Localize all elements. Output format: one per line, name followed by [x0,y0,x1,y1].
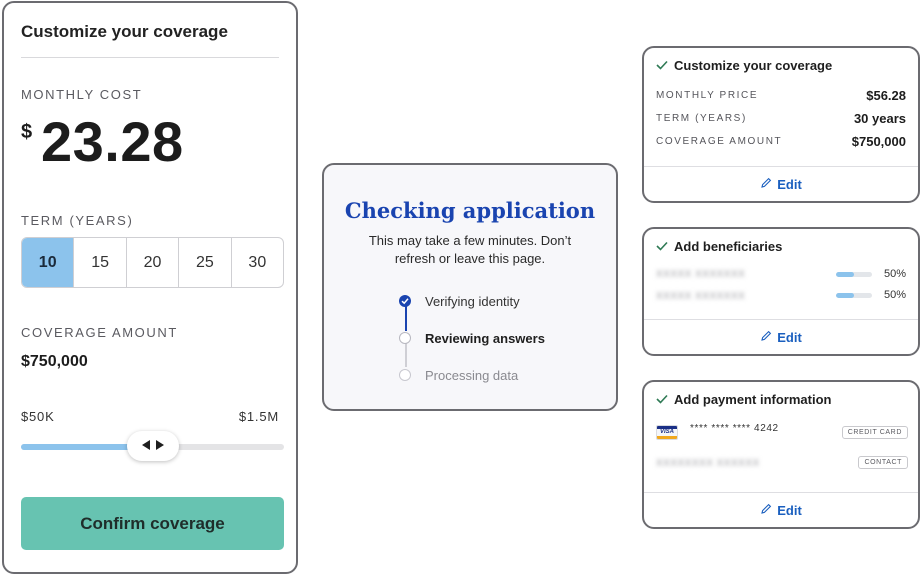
coverage-summary-card: Customize your coverage MONTHLY PRICE $5… [642,46,920,203]
share-bar [836,272,872,277]
term-option-10[interactable]: 10 [22,238,75,287]
pencil-icon [760,503,777,518]
status-subtitle: This may take a few minutes. Don’t refre… [368,233,572,266]
term-option-30[interactable]: 30 [232,238,283,287]
row-value: $750,000 [851,133,906,149]
check-icon [656,394,668,404]
visa-card-icon: VISA [656,425,678,440]
arrows-horizontal-icon [141,437,164,455]
step-label: Verifying identity [425,293,520,309]
summary-row-monthly-price: MONTHLY PRICE $56.28 [656,86,906,104]
contact-tag: CONTACT [858,456,908,469]
row-label: MONTHLY PRICE [656,89,759,101]
term-label: TERM (YEARS) [21,213,134,228]
summary-row-term: TERM (YEARS) 30 years [656,109,906,127]
beneficiary-share: 50% [883,268,906,280]
check-icon [656,60,668,70]
coverage-amount-label: COVERAGE AMOUNT [21,325,178,340]
account-info-redacted: XXXXXXXX XXXXXX [656,458,760,469]
row-value: $56.28 [866,87,906,103]
share-bar [836,293,872,298]
card-title: Add beneficiaries [674,238,783,254]
coverage-slider[interactable] [21,431,284,461]
edit-label: Edit [777,502,802,518]
step-reviewing-answers: Reviewing answers [398,330,545,346]
term-option-20[interactable]: 20 [127,238,180,287]
edit-label: Edit [777,329,802,345]
application-status-panel: Checking application This may take a few… [322,163,618,411]
monthly-cost-value: 23.28 [41,110,184,173]
credit-card-tag: CREDIT CARD [841,426,908,439]
edit-beneficiaries-button[interactable]: Edit [644,320,918,354]
divider [21,57,279,58]
share-bar-fill [836,293,854,298]
term-option-15[interactable]: 15 [74,238,127,287]
payment-summary-card: Add payment information VISA **** **** *… [642,380,920,529]
term-option-25[interactable]: 25 [179,238,232,287]
term-selector: 10 15 20 25 30 [21,237,284,288]
card-header: Customize your coverage [656,48,832,82]
pencil-icon [760,177,777,192]
step-label: Processing data [425,367,519,383]
beneficiary-name-redacted: XXXXX XXXXXXX [656,291,746,302]
progress-steps: Verifying identity Reviewing answers Pro… [398,291,598,391]
summary-row-coverage-amount: COVERAGE AMOUNT $750,000 [656,132,906,150]
slider-max-label: $1.5M [238,409,279,424]
circle-icon [399,332,411,344]
beneficiaries-summary-card: Add beneficiaries XXXXX XXXXXXX 50% XXXX… [642,227,920,356]
beneficiary-share: 50% [883,289,906,301]
row-label: COVERAGE AMOUNT [656,135,783,147]
card-title: Customize your coverage [674,57,833,73]
step-label: Reviewing answers [425,330,545,346]
coverage-amount-value: $750,000 [21,353,88,370]
currency-symbol: $ [21,121,33,143]
card-brand: VISA [659,429,674,435]
card-header: Add beneficiaries [656,229,782,263]
row-label: TERM (YEARS) [656,112,747,124]
share-bar-fill [836,272,854,277]
circle-icon [399,369,411,381]
step-verifying-identity: Verifying identity [398,293,520,309]
checkmark-circle-icon [399,295,411,307]
edit-label: Edit [777,176,802,192]
edit-payment-button[interactable]: Edit [644,493,918,527]
check-icon [656,241,668,251]
slider-min-label: $50K [21,409,55,424]
status-title: Checking application [344,198,596,223]
step-processing-data: Processing data [398,367,518,383]
coverage-customizer-panel: Customize your coverage MONTHLY COST $ 2… [2,1,298,574]
edit-coverage-button[interactable]: Edit [644,167,918,201]
confirm-coverage-button[interactable]: Confirm coverage [21,497,284,550]
slider-handle[interactable] [126,431,179,461]
card-title: Add payment information [674,391,832,407]
pencil-icon [760,330,777,345]
panel-title: Customize your coverage [21,22,228,41]
row-value: 30 years [853,110,906,126]
card-header: Add payment information [656,382,831,416]
monthly-cost-label: MONTHLY COST [21,87,143,102]
card-number: **** **** **** 4242 [690,423,779,434]
beneficiary-name-redacted: XXXXX XXXXXXX [656,269,746,280]
